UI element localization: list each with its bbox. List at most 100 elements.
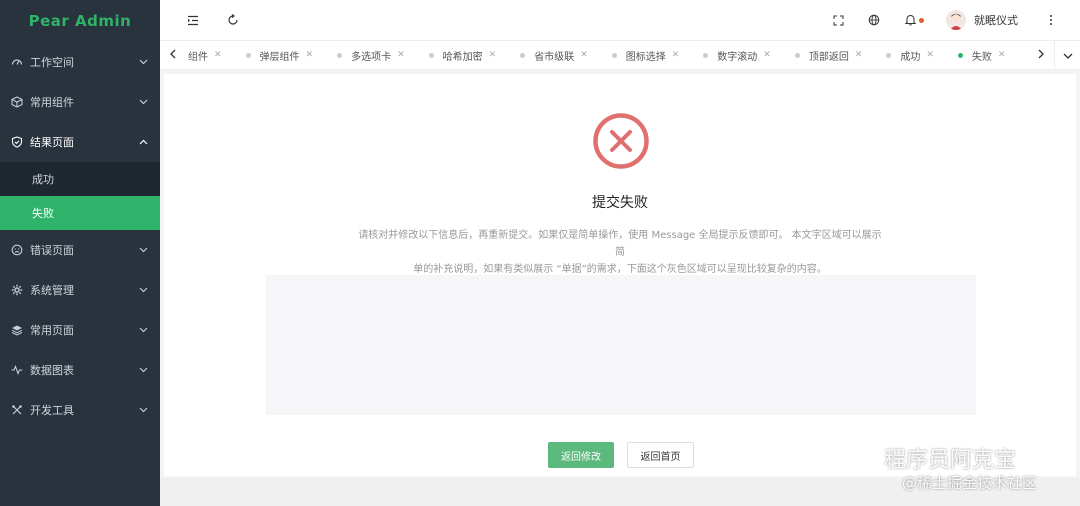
sidebar-subitem-label: 成功 bbox=[32, 173, 54, 186]
sidebar-item-label: 开发工具 bbox=[30, 404, 74, 417]
tab-dropdown[interactable] bbox=[1054, 40, 1080, 70]
close-icon[interactable]: ✕ bbox=[214, 50, 222, 60]
sad-face-icon bbox=[10, 243, 24, 257]
fullscreen-icon[interactable] bbox=[831, 13, 845, 27]
chevron-down-icon bbox=[138, 245, 148, 255]
box-icon bbox=[10, 95, 24, 109]
close-icon[interactable]: ✕ bbox=[926, 50, 934, 60]
refresh-icon[interactable] bbox=[226, 13, 240, 27]
tab-label: 失败 bbox=[971, 51, 992, 63]
sidebar-item-label: 结果页面 bbox=[30, 136, 74, 149]
close-icon[interactable]: ✕ bbox=[672, 50, 680, 60]
result-title: 提交失败 bbox=[592, 195, 648, 211]
chevron-up-icon bbox=[138, 137, 148, 147]
sidebar-item-components[interactable]: 常用组件 bbox=[0, 82, 160, 122]
sidebar-item-common-pages[interactable]: 常用页面 bbox=[0, 310, 160, 350]
sidebar-item-error-pages[interactable]: 错误页面 bbox=[0, 230, 160, 270]
user-name: 就眠仪式 bbox=[974, 14, 1018, 27]
tab-layer[interactable]: 弹层组件 ✕ bbox=[234, 40, 326, 70]
sidebar-item-system[interactable]: 系统管理 bbox=[0, 270, 160, 310]
close-icon[interactable]: ✕ bbox=[489, 50, 497, 60]
error-circle-icon bbox=[593, 113, 649, 169]
sidebar-item-label: 错误页面 bbox=[30, 244, 74, 257]
submenu-result-pages: 成功 失败 bbox=[0, 162, 160, 230]
notification-dot bbox=[919, 17, 924, 23]
chevron-down-icon bbox=[138, 57, 148, 67]
sidebar-item-label: 工作空间 bbox=[30, 56, 74, 69]
tab-dot-active bbox=[957, 52, 963, 58]
chevron-down-icon bbox=[138, 285, 148, 295]
bell-icon[interactable] bbox=[903, 13, 917, 27]
tab-dot bbox=[703, 52, 709, 58]
close-icon[interactable]: ✕ bbox=[763, 50, 771, 60]
tab-multi[interactable]: 多选项卡 ✕ bbox=[325, 40, 417, 70]
app-logo[interactable]: Pear Admin bbox=[0, 0, 160, 42]
sidebar-item-label: 常用组件 bbox=[30, 96, 74, 109]
more-vertical-icon[interactable] bbox=[1044, 13, 1058, 27]
sidebar-subitem-success[interactable]: 成功 bbox=[0, 162, 160, 196]
avatar bbox=[946, 10, 966, 30]
tab-dot bbox=[520, 52, 526, 58]
tools-icon bbox=[10, 403, 24, 417]
close-icon[interactable]: ✕ bbox=[397, 50, 405, 60]
tab-label: 哈希加密 bbox=[442, 51, 483, 63]
close-icon[interactable]: ✕ bbox=[998, 50, 1006, 60]
gear-icon bbox=[10, 283, 24, 297]
sidebar-subitem-label: 失败 bbox=[32, 207, 54, 220]
pulse-icon bbox=[10, 363, 24, 377]
sidebar-item-label: 常用页面 bbox=[30, 324, 74, 337]
dashboard-icon bbox=[10, 55, 24, 69]
sidebar-item-dev-tools[interactable]: 开发工具 bbox=[0, 390, 160, 430]
tab-dot bbox=[428, 52, 434, 58]
tab-label: 成功 bbox=[900, 51, 921, 63]
sidebar-subitem-fail[interactable]: 失败 bbox=[0, 196, 160, 230]
menu-fold-icon[interactable] bbox=[186, 13, 200, 27]
tab-label: 图标选择 bbox=[625, 51, 666, 63]
shield-check-icon bbox=[10, 135, 24, 149]
tab-dot bbox=[794, 52, 800, 58]
tab-fail[interactable]: 失败 ✕ bbox=[946, 40, 1018, 70]
tab-scroll-left[interactable] bbox=[160, 40, 186, 70]
tab-success[interactable]: 成功 ✕ bbox=[874, 40, 946, 70]
close-icon[interactable]: ✕ bbox=[306, 50, 314, 60]
tab-bar: 组件 ✕ 弹层组件 ✕ 多选项卡 ✕ 哈希加密 ✕ 省市级联 ✕ 图标选择 ✕ bbox=[160, 40, 1080, 70]
tab-back-top[interactable]: 顶部返回 ✕ bbox=[783, 40, 875, 70]
chevron-down-icon bbox=[1063, 48, 1073, 62]
sidebar-item-label: 数据图表 bbox=[30, 364, 74, 377]
result-description: 请核对并修改以下信息后，再重新提交。如果仅是简单操作，使用 Message 全局… bbox=[354, 227, 886, 278]
close-icon[interactable]: ✕ bbox=[580, 50, 588, 60]
tab-partial[interactable]: 组件 ✕ bbox=[186, 40, 234, 70]
tab-list: 组件 ✕ 弹层组件 ✕ 多选项卡 ✕ 哈希加密 ✕ 省市级联 ✕ 图标选择 ✕ bbox=[186, 40, 1028, 70]
sidebar: Pear Admin 工作空间 常用组件 结果页面 成功 失败 错误页面 系统管… bbox=[0, 0, 160, 506]
layers-icon bbox=[10, 323, 24, 337]
tab-cascade[interactable]: 省市级联 ✕ bbox=[508, 40, 600, 70]
chevron-down-icon bbox=[138, 365, 148, 375]
tab-hash[interactable]: 哈希加密 ✕ bbox=[417, 40, 509, 70]
tab-label: 顶部返回 bbox=[808, 51, 849, 63]
tab-label: 组件 bbox=[188, 51, 208, 63]
detail-box bbox=[266, 275, 976, 415]
globe-icon[interactable] bbox=[867, 13, 881, 27]
top-header: 就眠仪式 bbox=[160, 0, 1080, 40]
tab-label: 弹层组件 bbox=[259, 51, 300, 63]
tab-label: 数字滚动 bbox=[717, 51, 758, 63]
return-edit-button[interactable]: 返回修改 bbox=[548, 442, 614, 468]
tab-scroll-right[interactable] bbox=[1028, 40, 1054, 70]
user-menu[interactable]: 就眠仪式 bbox=[946, 10, 1018, 30]
content-bottom-area bbox=[160, 478, 1080, 506]
sidebar-item-label: 系统管理 bbox=[30, 284, 74, 297]
chevron-left-icon bbox=[170, 48, 176, 62]
sidebar-item-workspace[interactable]: 工作空间 bbox=[0, 42, 160, 82]
chevron-right-icon bbox=[1038, 48, 1044, 62]
tab-number-scroll[interactable]: 数字滚动 ✕ bbox=[691, 40, 783, 70]
return-home-button[interactable]: 返回首页 bbox=[627, 442, 694, 468]
sidebar-item-charts[interactable]: 数据图表 bbox=[0, 350, 160, 390]
tab-label: 省市级联 bbox=[534, 51, 575, 63]
result-panel: 提交失败 请核对并修改以下信息后，再重新提交。如果仅是简单操作，使用 Messa… bbox=[164, 74, 1076, 476]
result-desc-line: 请核对并修改以下信息后，再重新提交。如果仅是简单操作，使用 Message 全局… bbox=[358, 230, 882, 258]
close-icon[interactable]: ✕ bbox=[855, 50, 863, 60]
tab-dot bbox=[886, 52, 892, 58]
chevron-down-icon bbox=[138, 405, 148, 415]
tab-icon-select[interactable]: 图标选择 ✕ bbox=[600, 40, 692, 70]
sidebar-item-result-pages[interactable]: 结果页面 bbox=[0, 122, 160, 162]
